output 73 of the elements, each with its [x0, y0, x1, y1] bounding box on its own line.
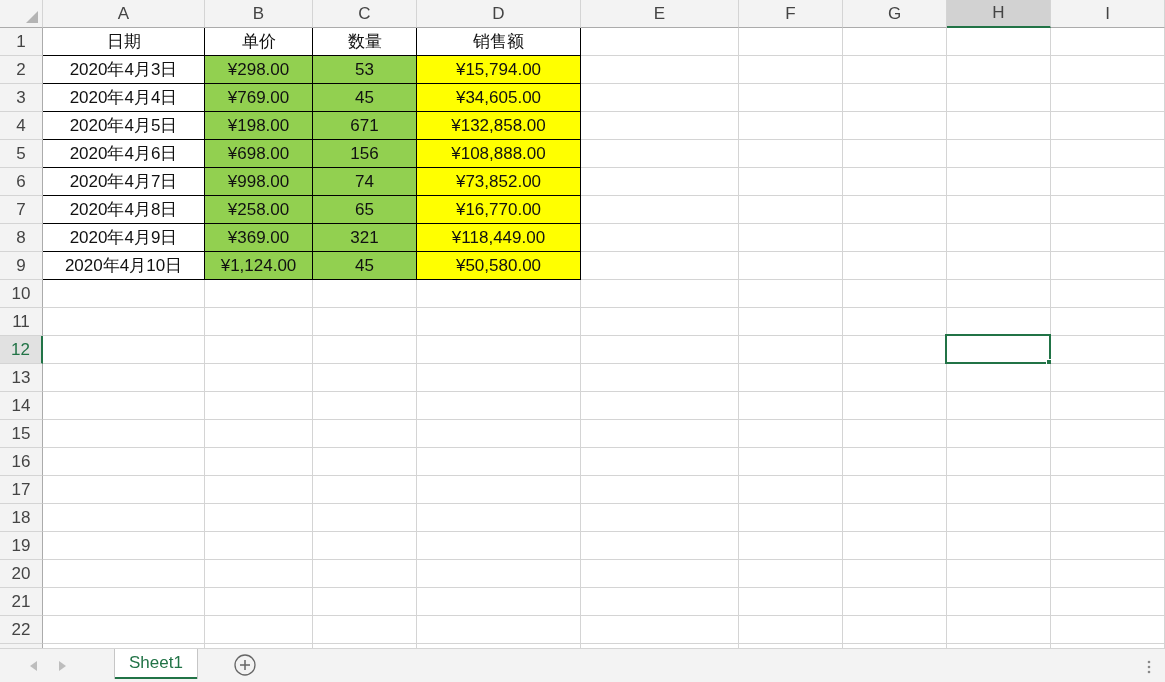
column-header[interactable]: A — [43, 0, 205, 28]
table-cell: ¥1,124.00 — [205, 252, 313, 280]
table-cell: 45 — [313, 84, 417, 112]
scroll-left-icon[interactable] — [30, 661, 37, 671]
table-cell: 321 — [313, 224, 417, 252]
row-header[interactable]: 10 — [0, 280, 43, 308]
table-cell: ¥369.00 — [205, 224, 313, 252]
table-cell: 671 — [313, 112, 417, 140]
row-header[interactable]: 11 — [0, 308, 43, 336]
more-options-icon[interactable] — [1147, 660, 1151, 674]
column-header[interactable]: C — [313, 0, 417, 28]
row-header[interactable]: 1 — [0, 28, 43, 56]
row-header[interactable]: 21 — [0, 588, 43, 616]
add-sheet-button[interactable] — [232, 653, 257, 677]
row-header[interactable]: 5 — [0, 140, 43, 168]
row-header[interactable]: 13 — [0, 364, 43, 392]
table-cell: 2020年4月10日 — [43, 252, 205, 280]
table-cell: ¥998.00 — [205, 168, 313, 196]
row-header[interactable]: 16 — [0, 448, 43, 476]
table-cell: 156 — [313, 140, 417, 168]
table-cell: 65 — [313, 196, 417, 224]
table-cell: 2020年4月5日 — [43, 112, 205, 140]
table-cell: 单价 — [205, 28, 313, 56]
column-header[interactable]: B — [205, 0, 313, 28]
column-header[interactable]: G — [843, 0, 947, 28]
table-cell: ¥50,580.00 — [417, 252, 581, 280]
table-cell: ¥769.00 — [205, 84, 313, 112]
table-cell: 2020年4月6日 — [43, 140, 205, 168]
row-header[interactable]: 8 — [0, 224, 43, 252]
table-cell: ¥15,794.00 — [417, 56, 581, 84]
row-header[interactable]: 20 — [0, 560, 43, 588]
table-cell: ¥108,888.00 — [417, 140, 581, 168]
row-header[interactable]: 17 — [0, 476, 43, 504]
row-header[interactable]: 9 — [0, 252, 43, 280]
row-header[interactable]: 6 — [0, 168, 43, 196]
table-cell: ¥698.00 — [205, 140, 313, 168]
table-cell: ¥34,605.00 — [417, 84, 581, 112]
table-cell: 2020年4月3日 — [43, 56, 205, 84]
table-cell: ¥258.00 — [205, 196, 313, 224]
table-cell: ¥132,858.00 — [417, 112, 581, 140]
table-cell: 74 — [313, 168, 417, 196]
table-cell: 53 — [313, 56, 417, 84]
row-header[interactable]: 18 — [0, 504, 43, 532]
row-header[interactable]: 4 — [0, 112, 43, 140]
table-cell: ¥298.00 — [205, 56, 313, 84]
table-cell: ¥118,449.00 — [417, 224, 581, 252]
column-header[interactable]: E — [581, 0, 739, 28]
row-header[interactable]: 15 — [0, 420, 43, 448]
corner-triangle-icon[interactable] — [26, 11, 38, 23]
row-header[interactable]: 22 — [0, 616, 43, 644]
table-cell: ¥198.00 — [205, 112, 313, 140]
column-header[interactable]: H — [947, 0, 1051, 28]
table-cell: ¥73,852.00 — [417, 168, 581, 196]
table-cell: 2020年4月9日 — [43, 224, 205, 252]
row-header[interactable]: 14 — [0, 392, 43, 420]
table-cell: 2020年4月7日 — [43, 168, 205, 196]
column-header[interactable]: D — [417, 0, 581, 28]
table-cell: 销售额 — [417, 28, 581, 56]
table-cell: 数量 — [313, 28, 417, 56]
table-cell: 45 — [313, 252, 417, 280]
row-header[interactable]: 19 — [0, 532, 43, 560]
column-header[interactable]: F — [739, 0, 843, 28]
scroll-right-icon[interactable] — [59, 661, 66, 671]
column-header[interactable]: I — [1051, 0, 1165, 28]
table-cell: 日期 — [43, 28, 205, 56]
table-cell: 2020年4月8日 — [43, 196, 205, 224]
sheet-tab[interactable]: Sheet1 — [115, 649, 197, 679]
row-header[interactable]: 7 — [0, 196, 43, 224]
table-cell: ¥16,770.00 — [417, 196, 581, 224]
row-header[interactable]: 12 — [0, 336, 43, 364]
row-header[interactable]: 2 — [0, 56, 43, 84]
table-cell: 2020年4月4日 — [43, 84, 205, 112]
row-header[interactable]: 3 — [0, 84, 43, 112]
